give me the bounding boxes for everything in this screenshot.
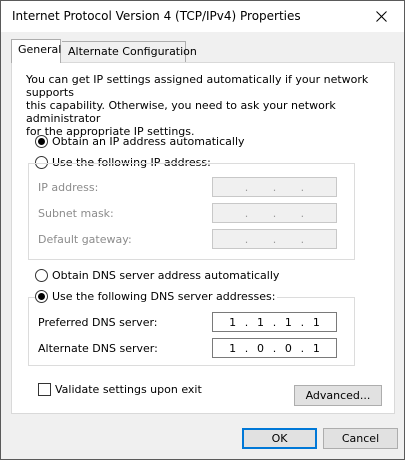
alternate-dns-octet-2[interactable]: 0 xyxy=(250,342,272,355)
ok-button[interactable]: OK xyxy=(242,428,317,449)
default-gateway-input: ... xyxy=(212,229,337,249)
obtain-ip-auto-radio[interactable] xyxy=(35,135,48,148)
obtain-ip-auto-option[interactable]: Obtain an IP address automatically xyxy=(35,135,245,148)
properties-dialog: Internet Protocol Version 4 (TCP/IPv4) P… xyxy=(0,0,405,460)
description-text: You can get IP settings assigned automat… xyxy=(26,73,369,138)
obtain-dns-auto-radio[interactable] xyxy=(35,269,48,282)
title-bar: Internet Protocol Version 4 (TCP/IPv4) P… xyxy=(1,1,404,32)
preferred-dns-octet-3[interactable]: 1 xyxy=(277,316,299,329)
preferred-dns-octet-1[interactable]: 1 xyxy=(222,316,244,329)
alternate-dns-input[interactable]: 1.0.0.1 xyxy=(212,338,337,358)
validate-settings-label: Validate settings upon exit xyxy=(55,383,202,396)
obtain-dns-auto-option[interactable]: Obtain DNS server address automatically xyxy=(35,269,279,282)
alternate-dns-label: Alternate DNS server: xyxy=(38,342,158,355)
preferred-dns-label: Preferred DNS server: xyxy=(38,316,158,329)
validate-settings-checkbox[interactable] xyxy=(38,383,51,396)
use-dns-manual-label: Use the following DNS server addresses: xyxy=(52,290,276,303)
advanced-button[interactable]: Advanced... xyxy=(294,385,382,406)
subnet-mask-input: ... xyxy=(212,203,337,223)
obtain-dns-auto-label: Obtain DNS server address automatically xyxy=(52,269,280,282)
tab-alternate-configuration[interactable]: Alternate Configuration xyxy=(62,41,197,62)
ip-address-label: IP address: xyxy=(38,181,99,194)
alternate-dns-octet-1[interactable]: 1 xyxy=(222,342,244,355)
use-dns-manual-option[interactable]: Use the following DNS server addresses: xyxy=(35,290,278,303)
alternate-dns-octet-3[interactable]: 0 xyxy=(277,342,299,355)
preferred-dns-octet-4[interactable]: 1 xyxy=(305,316,327,329)
window-title: Internet Protocol Version 4 (TCP/IPv4) P… xyxy=(12,9,301,23)
alternate-dns-octet-4[interactable]: 1 xyxy=(305,342,327,355)
close-button[interactable] xyxy=(359,1,404,32)
obtain-ip-auto-label: Obtain an IP address automatically xyxy=(52,135,245,148)
close-icon xyxy=(376,11,387,22)
validate-settings-option[interactable]: Validate settings upon exit xyxy=(38,383,202,396)
subnet-mask-label: Subnet mask: xyxy=(38,207,114,220)
default-gateway-label: Default gateway: xyxy=(38,233,132,246)
cancel-button[interactable]: Cancel xyxy=(323,428,398,449)
tab-general[interactable]: General xyxy=(11,39,61,63)
preferred-dns-octet-2[interactable]: 1 xyxy=(250,316,272,329)
use-dns-manual-radio[interactable] xyxy=(35,290,48,303)
preferred-dns-input[interactable]: 1.1.1.1 xyxy=(212,312,337,332)
ip-address-input: ... xyxy=(212,177,337,197)
